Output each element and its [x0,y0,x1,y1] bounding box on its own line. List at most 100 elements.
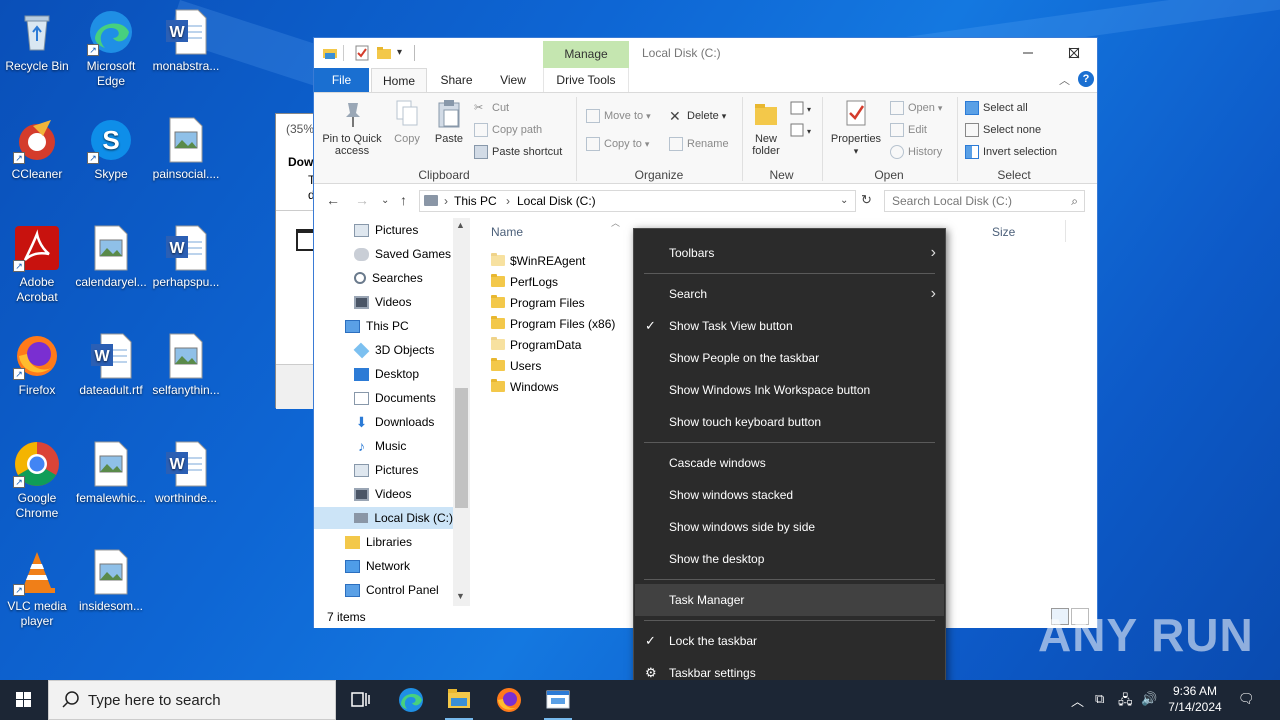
desktop-icon-microsoft-edge[interactable]: ↗ Microsoft Edge [74,8,148,89]
nav-item-downloads[interactable]: ⬇ Downloads [354,411,435,433]
nav-item-3d-objects[interactable]: 3D Objects [353,339,434,361]
address-bar[interactable]: › This PC › Local Disk (C:) ⌄ [419,190,856,212]
collapse-ribbon-icon[interactable]: ︿ [1059,72,1070,88]
select-all-button[interactable]: Select all [965,101,1028,115]
desktop-icon-adobe-acrobat[interactable]: ↗ Adobe Acrobat [0,224,74,305]
cut-button[interactable]: ✂ Cut [474,101,509,115]
file-row[interactable]: ProgramData [491,334,581,355]
copy-button[interactable]: Copy [390,99,424,145]
back-button[interactable]: ← [326,192,340,208]
file-row[interactable]: Windows [491,376,559,397]
navigation-scrollbar[interactable]: ▲ ▼ [453,218,470,606]
edit-button[interactable]: Edit [890,123,927,137]
file-row[interactable]: Users [491,355,541,376]
tab-share[interactable]: Share [429,68,484,92]
desktop-icon-skype[interactable]: S ↗ Skype [74,116,148,182]
delete-button[interactable]: ✕ Delete ▾ [669,109,726,123]
nav-item-libraries[interactable]: Libraries [345,531,412,553]
nav-item-videos[interactable]: Videos [354,483,411,505]
copy-to-button[interactable]: Copy to ▾ [586,137,649,151]
nav-item-pictures[interactable]: Pictures [354,219,418,241]
menu-item-windows-stacked[interactable]: Show windows stacked [635,479,944,511]
desktop-icon-worthinde[interactable]: W worthinde... [149,440,223,506]
menu-item-show-desktop[interactable]: Show the desktop [635,543,944,575]
new-folder-button[interactable]: New folder [746,99,786,157]
desktop-icon-dateadult[interactable]: W dateadult.rtf [74,332,148,398]
taskbar-active-app[interactable] [534,680,582,720]
column-header-size[interactable]: Size [992,225,1015,239]
open-button[interactable]: Open ▾ [890,101,942,115]
tab-file[interactable]: File [314,68,369,92]
volume-icon[interactable]: 🔊 [1141,691,1157,707]
desktop-icon-google-chrome[interactable]: ↗ Google Chrome [0,440,74,521]
desktop-icon-calendaryel[interactable]: calendaryel... [74,224,148,290]
taskbar-edge[interactable] [387,680,435,720]
pin-to-quick-access-button[interactable]: Pin to Quick access [319,99,385,157]
breadcrumb-local-disk[interactable]: Local Disk (C:) [517,191,596,211]
menu-item-show-task-view[interactable]: ✓ Show Task View button [635,310,944,342]
menu-item-task-manager[interactable]: Task Manager [635,584,944,616]
nav-item-this-pc[interactable]: This PC [345,315,409,337]
properties-qat-icon[interactable] [354,45,370,61]
search-input[interactable]: Search Local Disk (C:) ⌕ [884,190,1085,212]
scroll-down-icon[interactable]: ▼ [456,591,465,601]
menu-item-show-ink-workspace[interactable]: Show Windows Ink Workspace button [635,374,944,406]
menu-item-cascade-windows[interactable]: Cascade windows [635,447,944,479]
file-row[interactable]: PerfLogs [491,271,558,292]
task-view-button[interactable] [336,680,384,720]
refresh-button[interactable]: ↻ [861,192,872,208]
desktop-icon-insidesom[interactable]: insidesom... [74,548,148,614]
nav-item-music[interactable]: ♪ Music [354,435,406,457]
nav-item-control-panel[interactable]: Control Panel [345,579,439,601]
nav-item-local-disk[interactable]: Local Disk (C:) [314,507,453,529]
menu-item-windows-side-by-side[interactable]: Show windows side by side [635,511,944,543]
desktop-icon-firefox[interactable]: ↗ Firefox [0,332,74,398]
nav-item-desktop[interactable]: Desktop [354,363,419,385]
column-header-name[interactable]: Name [491,225,523,239]
clock[interactable]: 9:36 AM 7/14/2024 [1162,683,1228,715]
breadcrumb-this-pc[interactable]: This PC [454,191,497,211]
nav-item-searches[interactable]: Searches [354,267,423,289]
scroll-up-icon[interactable]: ▲ [456,220,465,230]
menu-item-lock-taskbar[interactable]: ✓ Lock the taskbar [635,625,944,657]
menu-item-toolbars[interactable]: Toolbars › [635,237,944,269]
tab-manage[interactable]: Manage [543,41,629,68]
start-button[interactable] [0,680,48,720]
up-button[interactable]: ↑ [400,192,407,208]
ethernet-icon[interactable]: 🖧 [1118,691,1133,713]
show-hidden-icons-button[interactable]: ︿ [1071,691,1084,710]
help-icon[interactable]: ? [1078,71,1094,87]
copy-path-button[interactable]: Copy path [474,123,542,137]
paste-shortcut-button[interactable]: Paste shortcut [474,145,562,159]
nav-item-network[interactable]: Network [345,555,410,577]
invert-selection-button[interactable]: Invert selection [965,145,1057,159]
select-none-button[interactable]: Select none [965,123,1041,137]
scrollbar-thumb[interactable] [455,388,468,508]
new-item-icon[interactable]: ▾ [790,101,812,118]
notifications-icon[interactable]: 🗨 [1238,691,1255,707]
easy-access-icon[interactable]: ▾ [790,123,812,140]
desktop-icon-recycle-bin[interactable]: Recycle Bin [0,8,74,74]
desktop-icon-vlc-media-player[interactable]: ↗ VLC media player [0,548,74,629]
properties-button[interactable]: Properties ▾ [828,99,884,157]
desktop-icon-painsocial[interactable]: painsocial.... [149,116,223,182]
desktop-icon-femalewhic[interactable]: femalewhic... [74,440,148,506]
network-status-icon[interactable]: ⧉ [1095,691,1104,707]
file-row[interactable]: Program Files [491,292,585,313]
move-to-button[interactable]: Move to ▾ [586,109,651,123]
menu-item-show-touch-keyboard[interactable]: Show touch keyboard button [635,406,944,438]
rename-button[interactable]: Rename [669,137,729,151]
close-button[interactable] [1051,38,1097,68]
file-row[interactable]: Program Files (x86) [491,313,615,334]
address-dropdown-icon[interactable]: ⌄ [840,191,848,211]
forward-button[interactable]: → [355,192,369,208]
desktop-icon-monabstra[interactable]: W monabstra... [149,8,223,74]
desktop-icon-perhapspu[interactable]: W perhapspu... [149,224,223,290]
tab-home[interactable]: Home [371,68,427,93]
qat-dropdown-icon[interactable]: ▾ [397,45,413,61]
nav-item-saved-games[interactable]: Saved Games [354,243,451,265]
desktop-icon-selfanythin[interactable]: selfanythin... [149,332,223,398]
nav-item-documents[interactable]: Documents [354,387,436,409]
nav-item-pictures[interactable]: Pictures [354,459,418,481]
paste-button[interactable]: Paste [432,99,466,145]
